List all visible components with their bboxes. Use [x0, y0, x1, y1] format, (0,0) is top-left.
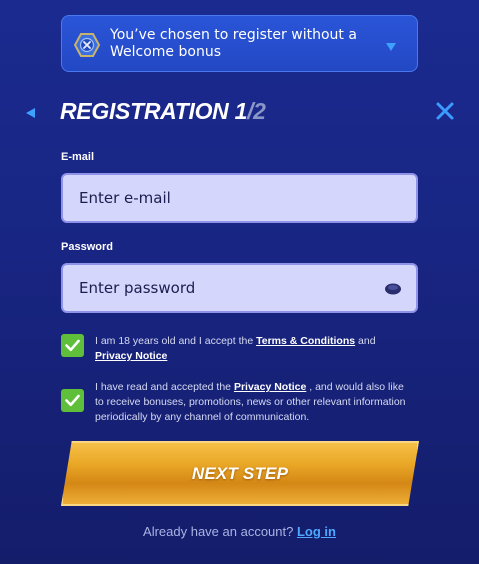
- back-arrow-icon[interactable]: [24, 106, 36, 118]
- privacy-link[interactable]: Privacy Notice: [95, 350, 167, 362]
- bonus-banner[interactable]: You’ve chosen to register without a Welc…: [61, 15, 418, 72]
- password-field[interactable]: [63, 265, 416, 311]
- password-label: Password: [61, 241, 113, 253]
- password-field-box: [61, 263, 418, 313]
- next-step-button[interactable]: NEXT STEP: [61, 441, 419, 506]
- no-bonus-icon: [73, 32, 101, 58]
- terms-link[interactable]: Terms & Conditions: [256, 335, 355, 347]
- step-total: 2: [253, 98, 266, 124]
- terms-consent-text: I am 18 years old and I accept the Terms…: [95, 335, 376, 362]
- chevron-down-icon[interactable]: [385, 39, 397, 51]
- page-title: REGISTRATION 1/2: [60, 98, 266, 125]
- login-link[interactable]: Log in: [297, 524, 336, 539]
- next-step-label: NEXT STEP: [191, 463, 289, 483]
- email-label: E-mail: [61, 151, 95, 163]
- marketing-consent-text: I have read and accepted the Privacy Not…: [95, 381, 406, 423]
- eye-icon[interactable]: [384, 282, 402, 296]
- bonus-banner-text: You’ve chosen to register without a Welc…: [110, 27, 357, 60]
- email-field-box: [61, 173, 418, 223]
- terms-checkbox[interactable]: [61, 334, 84, 357]
- login-prompt: Already have an account? Log in: [143, 524, 336, 539]
- title-text: REGISTRATION 1: [60, 98, 248, 124]
- privacy-notice-link[interactable]: Privacy Notice: [234, 381, 306, 393]
- marketing-checkbox[interactable]: [61, 389, 84, 412]
- close-icon[interactable]: [435, 101, 455, 121]
- email-field[interactable]: [63, 175, 416, 221]
